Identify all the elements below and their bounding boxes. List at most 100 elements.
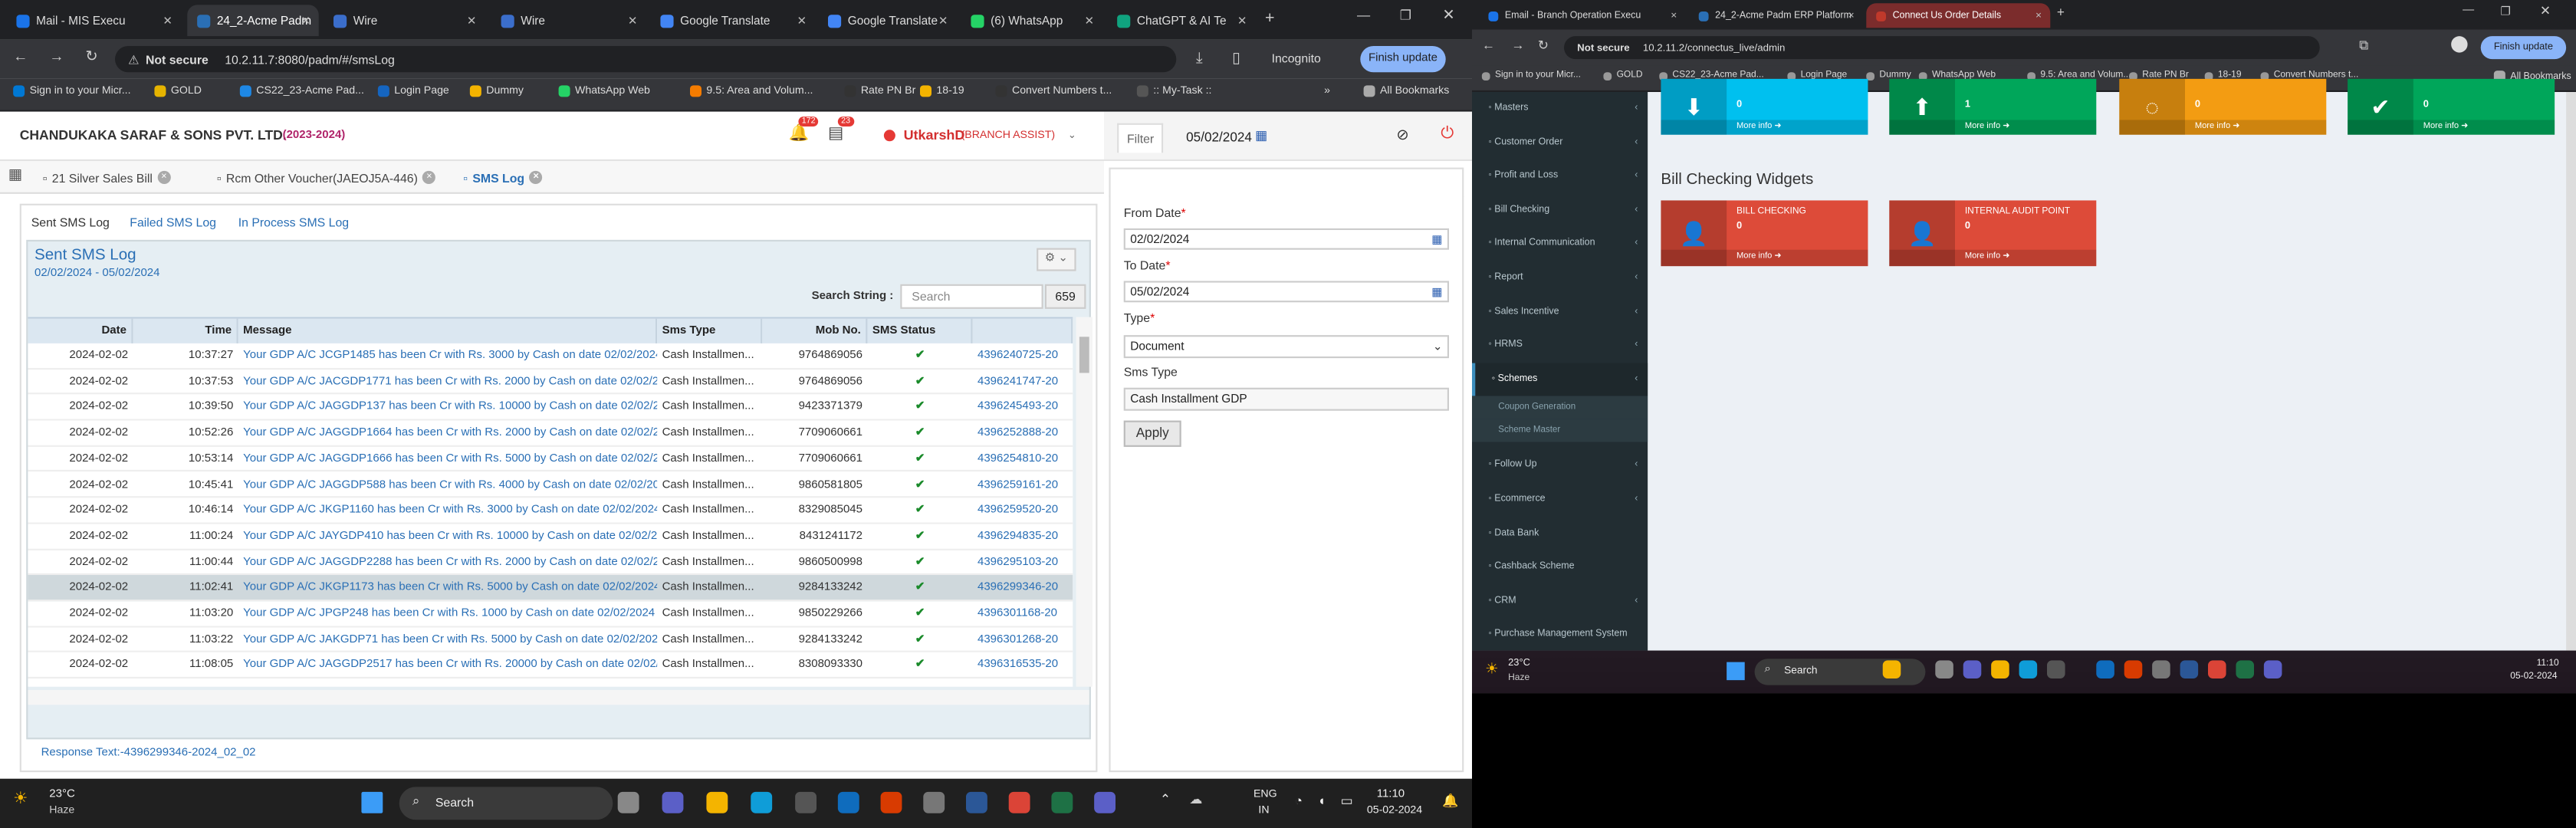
bookmark-item[interactable]: 9.5: Area and Volum...: [690, 85, 813, 97]
browser-tab[interactable]: Email - Branch Operation Execu ✕: [1479, 3, 1686, 28]
cloud-icon[interactable]: ☁: [1189, 792, 1202, 807]
app-icon[interactable]: [2152, 660, 2170, 678]
calendar-icon[interactable]: ▦: [1431, 284, 1442, 303]
close-tab-icon[interactable]: ✕: [628, 14, 638, 27]
user-dropdown-icon[interactable]: ⌄: [1068, 130, 1076, 141]
sidebar-item[interactable]: ◦ Bill Checking ‹: [1472, 193, 1648, 226]
table-row[interactable]: 2024-02-02 10:46:14 Your GDP A/C JKGP1160 …: [28, 498, 1073, 524]
bookmark-item[interactable]: Convert Numbers t...: [995, 85, 1112, 97]
browser-tab[interactable]: Google Translate ✕: [651, 5, 815, 36]
back-icon[interactable]: ←: [13, 48, 28, 64]
table-row[interactable]: 2024-02-02 10:53:14 Your GDP A/C JAGGDP166…: [28, 446, 1073, 473]
close-tab-icon[interactable]: ×: [529, 170, 543, 184]
close-tab-icon[interactable]: ✕: [301, 14, 310, 27]
table-row[interactable]: 2024-02-02 10:37:27 Your GDP A/C JCGP1485 …: [28, 343, 1073, 370]
sidebar-item[interactable]: ◦ Profit and Loss ‹: [1472, 159, 1648, 192]
close-tab-icon[interactable]: ✕: [163, 14, 172, 27]
tab-rcm-other-voucher[interactable]: ▫ Rcm Other Voucher(JAEOJ5A-446) ×: [217, 166, 436, 189]
tab-silver-sales-bill[interactable]: ▫ 21 Silver Sales Bill ×: [43, 166, 171, 189]
outlook-icon[interactable]: [2096, 660, 2114, 678]
info-box[interactable]: ⬆ 1 More info ➜: [1889, 78, 2097, 135]
restore-icon[interactable]: ❐: [1400, 8, 1411, 23]
cortana-icon[interactable]: [2263, 660, 2282, 678]
table-row[interactable]: 2024-02-02 11:00:44 Your GDP A/C JAGGDP228…: [28, 550, 1073, 576]
cortana-icon[interactable]: [1094, 791, 1116, 813]
bookmark-item[interactable]: GOLD: [1603, 71, 1643, 80]
browser-tab[interactable]: Connect Us Order Details ✕: [1866, 3, 2051, 28]
column-header[interactable]: [972, 318, 1073, 343]
power-icon[interactable]: ⏻: [1441, 125, 1454, 143]
close-tab-icon[interactable]: ✕: [1848, 11, 1855, 21]
sidebar-item[interactable]: ◦ Report ‹: [1472, 261, 1648, 294]
table-row[interactable]: 2024-02-02 11:02:41 Your GDP A/C JKGP1173 …: [28, 575, 1073, 602]
more-bookmarks-icon[interactable]: »: [1324, 85, 1330, 97]
browser-tab[interactable]: Wire ✕: [324, 5, 485, 36]
bookmark-item[interactable]: WhatsApp Web: [558, 85, 650, 97]
table-row[interactable]: 2024-02-02 10:39:50 Your GDP A/C JAGGDP137…: [28, 395, 1073, 421]
table-row[interactable]: 2024-02-02 11:03:22 Your GDP A/C JAKGDP71 …: [28, 627, 1073, 653]
table-row[interactable]: 2024-02-02 11:08:05 Your GDP A/C JAGGDP251…: [28, 653, 1073, 679]
more-info-link[interactable]: More info ➜: [1661, 120, 1868, 135]
bookmark-item[interactable]: Sign in to your Micr...: [1481, 71, 1581, 80]
close-tab-icon[interactable]: ×: [157, 170, 171, 184]
folder-icon[interactable]: [1882, 660, 1901, 678]
sidebar-item[interactable]: ◦ Sales Incentive ‹: [1472, 295, 1648, 328]
user-name[interactable]: UtkarshD: [904, 127, 965, 143]
restore-icon[interactable]: ❐: [2500, 5, 2510, 18]
outlook-icon[interactable]: [837, 791, 859, 813]
column-header[interactable]: Message: [238, 318, 658, 343]
sidebar-item[interactable]: ◦ Follow Up ‹: [1472, 449, 1648, 482]
app-icon[interactable]: [923, 791, 945, 813]
windows-start-icon[interactable]: [361, 791, 383, 813]
vertical-scrollbar[interactable]: [1076, 317, 1092, 687]
sidebar-item[interactable]: ◦ Purchase Management System: [1472, 619, 1648, 652]
scroll-thumb[interactable]: [1079, 337, 1089, 373]
from-date-input[interactable]: 02/02/2024 ▦: [1123, 228, 1449, 250]
reload-icon[interactable]: ↻: [1538, 38, 1549, 52]
back-icon[interactable]: ←: [1482, 38, 1495, 52]
volume-icon[interactable]: ◖: [1318, 794, 1326, 808]
sidebar-item[interactable]: ◦ Customer Order ‹: [1472, 126, 1648, 159]
region[interactable]: IN: [1258, 805, 1269, 816]
close-window-icon[interactable]: ✕: [1442, 7, 1454, 25]
table-row[interactable]: 2024-02-02 10:37:53 Your GDP A/C JACGDP177…: [28, 369, 1073, 396]
bookmark-item[interactable]: 18-19: [920, 85, 964, 97]
more-info-link[interactable]: More info ➜: [1661, 249, 1868, 267]
edge-icon[interactable]: [2019, 660, 2038, 678]
info-box[interactable]: ◌ 0 More info ➜: [2119, 78, 2327, 135]
chrome-icon[interactable]: [2208, 660, 2226, 678]
filter-tab[interactable]: Filter: [1117, 123, 1165, 153]
settings-gear-icon[interactable]: ⚙ ⌄: [1037, 248, 1076, 271]
close-tab-icon[interactable]: ✕: [2036, 11, 2042, 21]
info-box[interactable]: ✔ 0 More info ➜: [2348, 78, 2555, 135]
column-header[interactable]: Sms Type: [657, 318, 763, 343]
new-tab-icon[interactable]: +: [2057, 5, 2065, 19]
sidebar-subitem[interactable]: Scheme Master: [1472, 419, 1648, 443]
bill-box[interactable]: 👤 INTERNAL AUDIT POINT 0 More info ➜: [1889, 200, 2097, 267]
calendar-icon[interactable]: ▦: [1255, 128, 1267, 143]
sidebar-item[interactable]: ◦ Cashback Scheme: [1472, 550, 1648, 583]
edge-icon[interactable]: [751, 791, 773, 813]
chrome-icon[interactable]: [1008, 791, 1030, 813]
close-tab-icon[interactable]: ✕: [1237, 14, 1247, 27]
bookmark-item[interactable]: CS22_23-Acme Pad...: [239, 85, 364, 97]
horizontal-scrollbar[interactable]: [28, 690, 1089, 705]
close-tab-icon[interactable]: ×: [422, 170, 436, 184]
bookmark-item[interactable]: Rate PN Br: [844, 85, 915, 97]
to-date-input[interactable]: 05/02/2024 ▦: [1123, 281, 1449, 303]
tab-sent-sms-log[interactable]: Sent SMS Log: [31, 215, 110, 230]
url-bar[interactable]: ⚠ Not secure 10.2.11.7:8080/padm/#/smsLo…: [115, 46, 1177, 73]
forward-icon[interactable]: →: [1511, 38, 1524, 52]
sidebar-item[interactable]: ◦ Internal Communication ‹: [1472, 228, 1648, 261]
file-explorer-icon[interactable]: [706, 791, 728, 813]
column-header[interactable]: Date: [28, 318, 133, 343]
table-row[interactable]: 2024-02-02 11:00:24 Your GDP A/C JAYGDP410…: [28, 524, 1073, 550]
powerpoint-icon[interactable]: [2180, 660, 2199, 678]
tab-failed-sms-log[interactable]: Failed SMS Log: [130, 215, 216, 230]
minimize-icon[interactable]: —: [1357, 8, 1370, 23]
sms-type-input[interactable]: Cash Installment GDP: [1123, 387, 1449, 411]
office-icon[interactable]: [880, 791, 902, 813]
task-view-icon[interactable]: [1935, 660, 1953, 678]
table-row[interactable]: 2024-02-02 10:45:41 Your GDP A/C JAGGDP588…: [28, 472, 1073, 498]
download-icon[interactable]: ⤓: [1196, 49, 1203, 67]
